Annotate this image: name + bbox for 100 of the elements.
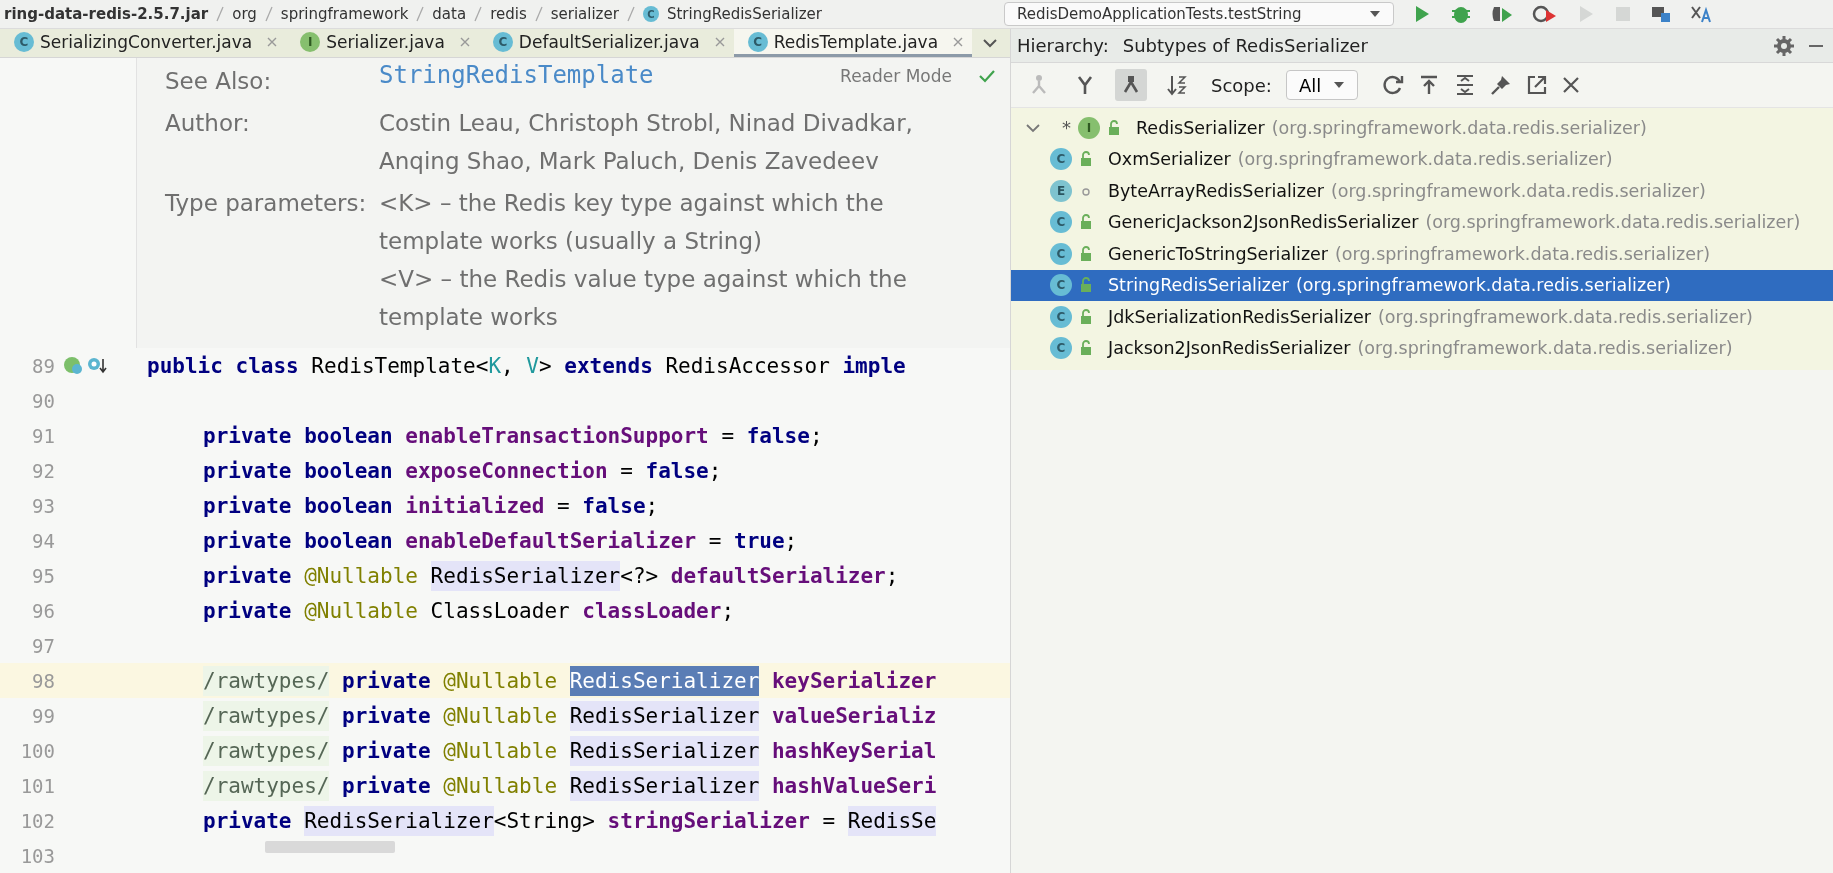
open-in-window-icon[interactable]: [1526, 74, 1549, 96]
package-name: (org.springframework.data.redis.serializer): [1357, 338, 1733, 359]
interface-icon: I: [1078, 116, 1100, 139]
breadcrumb-separator-icon: [264, 6, 273, 22]
file-tab[interactable]: I Serializer.java: [286, 29, 479, 57]
line-number: 98: [31, 669, 55, 692]
breadcrumb-item[interactable]: serializer: [550, 5, 619, 23]
tree-item[interactable]: C GenericJackson2JsonRedisSerializer (org.springframework.data.redis.serializer): [1011, 206, 1833, 238]
class-icon: C: [642, 6, 659, 22]
reader-mode-link[interactable]: Reader Mode: [840, 66, 952, 86]
class-icon: C: [1050, 337, 1072, 360]
breadcrumb-item[interactable]: org: [232, 5, 257, 23]
line-number: 102: [19, 809, 55, 832]
caret-icon[interactable]: [1369, 10, 1381, 18]
breadcrumb-item[interactable]: data: [432, 5, 467, 23]
check-icon: [978, 69, 996, 83]
line-number: 94: [31, 529, 55, 552]
code-line: private boolean initialized = false;: [203, 492, 659, 520]
type-name: GenericToStringSerializer: [1108, 243, 1329, 264]
breadcrumb-item[interactable]: springframework: [280, 5, 409, 23]
line-number: 93: [31, 494, 55, 517]
coverage-icon[interactable]: [1490, 4, 1514, 24]
type-name: ByteArrayRedisSerializer: [1108, 180, 1324, 201]
translate-icon[interactable]: [1690, 4, 1714, 24]
override-marker-icon[interactable]: [63, 355, 85, 376]
refresh-icon[interactable]: [1382, 74, 1405, 96]
line-number: 91: [31, 424, 55, 447]
tree-item[interactable]: C OxmSerializer (org.springframework.data.redis.serializer): [1011, 143, 1833, 175]
code-line: public class RedisTemplate<K, V> extends RedisAccessor imple: [147, 352, 906, 380]
tab-label: RedisTemplate.java: [773, 31, 939, 52]
type-name: Jackson2JsonRedisSerializer: [1108, 338, 1351, 359]
stop-icon: [1614, 5, 1632, 23]
tree-item[interactable]: C JdkSerializationRedisSerializer (org.springframework.data.redis.serializer): [1011, 301, 1833, 333]
type-name: RedisSerializer: [1136, 117, 1265, 138]
line-number: 101: [19, 774, 55, 797]
doc-text: <V> – the Redis value type against which the: [379, 265, 907, 294]
interface-icon: I: [300, 31, 321, 52]
subtypes-icon[interactable]: [1115, 69, 1147, 101]
code-line: /rawtypes/ private @Nullable RedisSerializer valueSerializ: [203, 700, 937, 731]
tab-label: SerializingConverter.java: [40, 31, 253, 52]
pin-icon[interactable]: [1490, 74, 1513, 96]
tree-item[interactable]: E ByteArrayRedisSerializer (org.springframework.data.redis.serializer): [1011, 175, 1833, 207]
package-name: (org.springframework.data.redis.serializer): [1271, 117, 1647, 138]
line-number: 89: [31, 354, 55, 377]
class-icon: C: [747, 31, 768, 52]
class-icon: C: [14, 31, 34, 52]
breadcrumb-item[interactable]: redis: [490, 5, 527, 23]
breadcrumb-item[interactable]: StringRedisSerializer: [666, 5, 823, 23]
line-number: 103: [19, 844, 55, 867]
doc-text: Costin Leau, Christoph Strobl, Ninad Divadkar,: [379, 109, 913, 138]
file-tab[interactable]: C DefaultSerializer.java: [478, 29, 734, 57]
line-number: 92: [31, 459, 55, 482]
scope-dropdown[interactable]: All: [1285, 70, 1359, 100]
tree-item[interactable]: C Jackson2JsonRedisSerializer (org.springframework.data.redis.serializer): [1011, 332, 1833, 364]
window-layout-icon[interactable]: [1650, 4, 1672, 24]
package-name: (org.springframework.data.redis.serializer): [1330, 180, 1706, 201]
line-number: 95: [31, 564, 55, 587]
type-name: OxmSerializer: [1108, 149, 1231, 170]
chevron-down-icon[interactable]: [1025, 121, 1041, 134]
horizontal-scrollbar[interactable]: [265, 841, 395, 853]
doc-text: Anqing Shao, Mark Paluch, Denis Zavedeev: [379, 147, 880, 176]
class-icon: C: [1050, 305, 1072, 328]
caret-icon[interactable]: [1333, 81, 1346, 89]
implemented-marker-icon[interactable]: [87, 355, 107, 376]
breadcrumb-separator-icon: [474, 6, 483, 22]
line-number: 90: [31, 389, 55, 412]
breadcrumb-separator-icon: [216, 6, 225, 22]
code-line: private @Nullable RedisSerializer<?> defaultSerializer;: [203, 560, 899, 591]
chevron-down-icon[interactable]: [982, 37, 999, 49]
type-name: StringRedisSerializer: [1108, 275, 1289, 296]
breadcrumb-separator-icon: [534, 6, 543, 22]
package-name: (org.springframework.data.redis.serializer): [1296, 275, 1671, 296]
line-number: 100: [19, 739, 55, 762]
line-number: 99: [31, 704, 55, 727]
panel-title: Hierarchy:: [1017, 35, 1109, 56]
tree-item[interactable]: C StringRedisSerializer (org.springframework.data.redis.serializer): [1011, 269, 1833, 301]
bug-icon[interactable]: [1450, 4, 1472, 24]
tree-item[interactable]: * I RedisSerializer (org.springframework.data.redis.serializer): [1011, 112, 1833, 144]
profiler-icon[interactable]: [1532, 4, 1558, 24]
file-tab[interactable]: C SerializingConverter.java: [0, 29, 287, 57]
doc-text: template works: [379, 303, 559, 332]
file-tab[interactable]: C RedisTemplate.java: [733, 29, 973, 57]
breadcrumb-item[interactable]: ring-data-redis-2.5.7.jar: [4, 5, 209, 23]
package-name: (org.springframework.data.redis.serializer): [1425, 212, 1801, 233]
class-icon: C: [1050, 148, 1072, 171]
tree-item[interactable]: C GenericToStringSerializer (org.springframework.data.redis.serializer): [1011, 238, 1833, 270]
class-icon: C: [1050, 211, 1072, 234]
package-name: (org.springframework.data.redis.serializer): [1335, 243, 1710, 264]
run-configuration-dropdown[interactable]: RedisDemoApplicationTests.testString: [1004, 2, 1394, 26]
code-line: private boolean exposeConnection = false;: [203, 457, 722, 485]
line-number: 97: [31, 634, 55, 657]
package-name: (org.springframework.data.redis.serializer): [1378, 306, 1753, 327]
close-icon[interactable]: [1562, 76, 1581, 94]
tab-label: Serializer.java: [326, 31, 445, 52]
doc-text: template works (usually a String): [379, 227, 763, 256]
code-line: private boolean enableTransactionSupport = false;: [203, 422, 823, 450]
code-line: /rawtypes/ private @Nullable RedisSerializer hashKeySerial: [203, 735, 937, 766]
type-name: GenericJackson2JsonRedisSerializer: [1108, 212, 1419, 233]
settings-icon[interactable]: [1773, 34, 1795, 57]
type-name: JdkSerializationRedisSerializer: [1108, 306, 1371, 327]
